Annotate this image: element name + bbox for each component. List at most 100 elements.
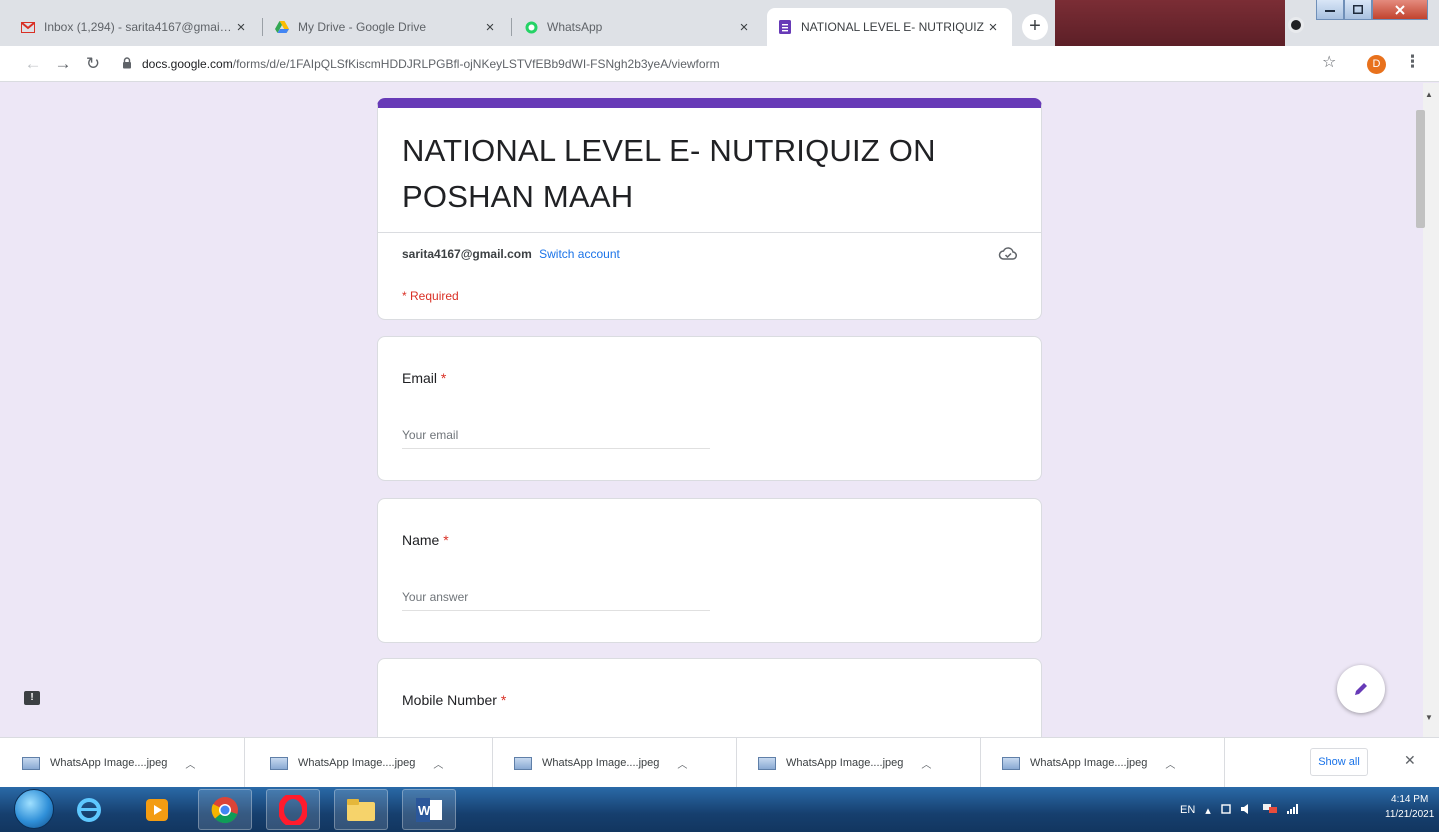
question-title: Name	[402, 532, 440, 548]
tab-google-drive[interactable]: My Drive - Google Drive ×	[264, 8, 509, 46]
internet-explorer-icon[interactable]	[62, 789, 116, 830]
tray-arrow-icon[interactable]: ▴	[1205, 804, 1211, 817]
tab-title: My Drive - Google Drive	[298, 20, 427, 34]
file-explorer-icon[interactable]	[334, 789, 388, 830]
download-item[interactable]: WhatsApp Image....jpeg ︿	[736, 738, 981, 788]
chevron-up-icon[interactable]: ︿	[921, 756, 931, 771]
chrome-taskbar-icon[interactable]	[198, 789, 252, 830]
form-header-card: NATIONAL LEVEL E- NUTRIQUIZ ON POSHAN MA…	[377, 98, 1042, 320]
clock-time: 4:14 PM	[1391, 794, 1429, 805]
gmail-icon	[20, 19, 36, 35]
question-label: Name *	[402, 532, 449, 548]
tab-whatsapp[interactable]: WhatsApp ×	[513, 8, 763, 46]
divider	[378, 232, 1041, 233]
tab-close-icon[interactable]: ×	[481, 19, 499, 36]
question-label: Email *	[402, 370, 446, 386]
chevron-up-icon[interactable]: ︿	[1165, 756, 1175, 771]
tab-close-icon[interactable]: ×	[984, 19, 1002, 36]
back-arrow-icon[interactable]: ←	[18, 54, 48, 74]
opera-taskbar-icon[interactable]	[266, 789, 320, 830]
email-field[interactable]	[402, 421, 710, 449]
tab-close-icon[interactable]: ×	[735, 19, 753, 36]
download-item[interactable]: WhatsApp Image....jpeg ︿	[0, 738, 245, 788]
image-file-icon	[22, 756, 40, 770]
clock-date: 11/21/2021	[1385, 809, 1435, 820]
name-field[interactable]	[402, 583, 710, 611]
tab-close-icon[interactable]: ×	[232, 19, 250, 36]
media-player-icon[interactable]	[130, 789, 184, 830]
title-bar-background	[1055, 0, 1285, 46]
feedback-icon[interactable]: !	[24, 691, 40, 705]
reload-icon[interactable]: ↻	[78, 54, 108, 74]
minimize-button[interactable]	[1316, 0, 1344, 20]
scroll-up-arrow-icon[interactable]: ▲	[1425, 90, 1433, 99]
google-forms-icon	[777, 19, 793, 35]
profile-avatar[interactable]: D	[1367, 55, 1386, 74]
tab-title: Inbox (1,294) - sarita4167@gmail.com	[44, 20, 232, 34]
volume-icon[interactable]	[1240, 803, 1253, 818]
download-item[interactable]: WhatsApp Image....jpeg ︿	[980, 738, 1225, 788]
required-note: * Required	[402, 289, 459, 303]
browser-toolbar: ← → ↻ docs.google.com /forms/d/e/1FAIpQL…	[0, 46, 1439, 82]
new-tab-button[interactable]: +	[1022, 14, 1048, 40]
switch-account-link[interactable]: Switch account	[539, 247, 620, 261]
show-all-button[interactable]: Show all	[1310, 748, 1368, 776]
account-line: sarita4167@gmail.com Switch account	[402, 247, 620, 261]
signal-icon[interactable]	[1286, 803, 1299, 817]
download-item[interactable]: WhatsApp Image....jpeg ︿	[248, 738, 493, 788]
whatsapp-icon	[523, 19, 539, 35]
maximize-button[interactable]	[1344, 0, 1372, 20]
download-name: WhatsApp Image....jpeg	[298, 757, 416, 769]
close-window-button[interactable]	[1372, 0, 1428, 20]
page-scrollbar[interactable]	[1423, 83, 1439, 737]
scroll-down-arrow-icon[interactable]: ▼	[1425, 713, 1433, 722]
profile-indicator-icon[interactable]	[1288, 17, 1304, 33]
question-label: Mobile Number *	[402, 692, 506, 708]
chevron-up-icon[interactable]: ︿	[677, 756, 687, 771]
address-bar[interactable]: docs.google.com /forms/d/e/1FAIpQLSfKisc…	[122, 51, 1282, 77]
lock-icon[interactable]	[122, 56, 136, 72]
network-icon[interactable]	[1221, 803, 1231, 818]
tab-title: WhatsApp	[547, 20, 603, 34]
svg-text:W: W	[418, 803, 431, 818]
tab-title: NATIONAL LEVEL E- NUTRIQUIZ	[801, 20, 984, 34]
close-icon[interactable]: ✕	[1404, 752, 1416, 769]
word-taskbar-icon[interactable]: W	[402, 789, 456, 830]
action-center-icon[interactable]	[1262, 803, 1277, 818]
question-card-name: Name *	[377, 498, 1042, 643]
language-indicator[interactable]: EN	[1180, 804, 1195, 816]
image-file-icon	[270, 756, 288, 770]
bookmark-star-icon[interactable]: ☆	[1322, 52, 1336, 72]
form-page: NATIONAL LEVEL E- NUTRIQUIZ ON POSHAN MA…	[0, 83, 1423, 737]
system-tray: EN ▴	[1180, 795, 1299, 825]
more-menu-icon[interactable]: ⋮	[1404, 52, 1421, 72]
tab-gmail[interactable]: Inbox (1,294) - sarita4167@gmail.com ×	[10, 8, 260, 46]
tab-separator	[262, 18, 263, 36]
pencil-icon	[1355, 683, 1367, 695]
tab-separator	[511, 18, 512, 36]
chevron-up-icon[interactable]: ︿	[185, 756, 195, 771]
google-drive-icon	[274, 19, 290, 35]
form-title: NATIONAL LEVEL E- NUTRIQUIZ ON POSHAN MA…	[402, 133, 936, 214]
question-card-email: Email *	[377, 336, 1042, 481]
chevron-up-icon[interactable]: ︿	[433, 756, 443, 771]
download-shelf: WhatsApp Image....jpeg ︿ WhatsApp Image.…	[0, 737, 1439, 788]
download-name: WhatsApp Image....jpeg	[50, 757, 168, 769]
taskbar-clock[interactable]: 4:14 PM 11/21/2021	[1385, 792, 1434, 822]
question-card-mobile: Mobile Number *	[377, 658, 1042, 737]
forward-arrow-icon[interactable]: →	[48, 54, 78, 74]
download-item[interactable]: WhatsApp Image....jpeg ︿	[492, 738, 737, 788]
tab-google-form[interactable]: NATIONAL LEVEL E- NUTRIQUIZ ×	[767, 8, 1012, 46]
question-title: Mobile Number	[402, 692, 497, 708]
scrollbar-thumb[interactable]	[1416, 110, 1425, 228]
window-controls	[1316, 0, 1439, 22]
start-button[interactable]	[14, 789, 54, 829]
image-file-icon	[1002, 756, 1020, 770]
download-name: WhatsApp Image....jpeg	[1030, 757, 1148, 769]
required-star: *	[443, 532, 449, 548]
image-file-icon	[758, 756, 776, 770]
url-path: /forms/d/e/1FAIpQLSfKiscmHDDJRLPGBfl-ojN…	[232, 57, 720, 71]
edit-pencil-button[interactable]	[1337, 665, 1385, 713]
download-name: WhatsApp Image....jpeg	[542, 757, 660, 769]
question-title: Email	[402, 370, 438, 386]
